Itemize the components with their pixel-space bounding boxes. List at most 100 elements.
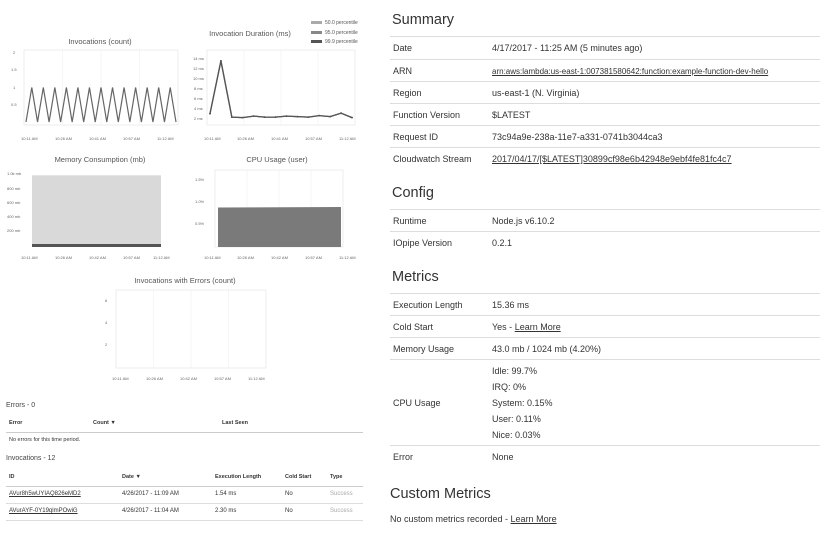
divider	[390, 293, 820, 294]
invocation-cold: No	[285, 491, 293, 497]
learn-more-link[interactable]: Learn More	[511, 514, 557, 524]
y-tick: 1.5	[11, 67, 17, 72]
y-tick: 800 mb	[7, 186, 21, 191]
chart-title: Invocations (count)	[68, 37, 132, 46]
duration-point	[351, 116, 353, 119]
metrics-execution-length: 15.36 ms	[492, 300, 530, 310]
summary-date: 4/17/2017 - 11:25 AM (5 minutes ago)	[492, 43, 643, 53]
invocation-id-link[interactable]: AVur8h5wUYIAQ826eMD2	[9, 491, 81, 497]
x-tick: 10:11 AM	[21, 136, 38, 141]
duration-point	[340, 112, 342, 115]
y-tick: 400 mb	[7, 214, 21, 219]
duration-point	[263, 116, 266, 119]
x-tick: 10:41 AM	[89, 136, 106, 141]
cold-start-value: Yes -	[492, 322, 515, 332]
metrics-key: Memory Usage	[393, 344, 455, 354]
config-key: IOpipe Version	[393, 238, 453, 248]
y-tick: 6 ms	[194, 96, 203, 101]
y-tick: 1.0k mb	[7, 171, 22, 176]
config-runtime: Node.js v6.10.2	[492, 216, 555, 226]
x-tick: 10:26 AM	[237, 136, 254, 141]
x-tick: 10:57 AM	[214, 376, 231, 381]
invocation-cold: No	[285, 508, 293, 514]
invocation-type: Success	[330, 491, 353, 497]
duration-point	[307, 116, 310, 119]
metrics-key: CPU Usage	[393, 398, 441, 408]
divider	[390, 231, 820, 232]
y-tick: 6	[105, 298, 108, 303]
x-tick: 10:26 AM	[237, 255, 254, 260]
errors-col-last-seen[interactable]: Last Seen	[222, 420, 248, 426]
legend-label: 50.0 percentile	[325, 20, 358, 26]
summary-region: us-east-1 (N. Virginia)	[492, 88, 580, 98]
legend-label: 95.0 percentile	[325, 30, 358, 36]
chart-title: Invocation Duration (ms)	[209, 29, 291, 38]
metrics-heading: Metrics	[392, 269, 439, 285]
duration-point	[220, 60, 222, 62]
learn-more-link[interactable]: Learn More	[515, 322, 561, 332]
divider	[390, 315, 820, 316]
errors-plot	[115, 289, 267, 369]
invocation-id-link[interactable]: AVurAYF-0Y19qlmPOwiG	[9, 508, 78, 514]
y-tick: 12 ms	[193, 66, 204, 71]
duration-point	[296, 115, 299, 118]
x-tick: 10:57 AM	[305, 136, 322, 141]
arn-link[interactable]: arn:aws:lambda:us-east-1:007381580642:fu…	[492, 67, 768, 76]
x-tick: 10:42 AM	[180, 376, 197, 381]
y-tick: 0.5	[11, 102, 17, 107]
x-tick: 11:12 AM	[153, 255, 170, 260]
divider	[390, 209, 820, 210]
cloudwatch-stream-link[interactable]: 2017/04/17/[$LATEST]30899cf98e6b42948e9e…	[492, 154, 732, 164]
invocation-length: 2.30 ms	[215, 508, 237, 514]
divider	[390, 359, 820, 360]
custom-metrics-text: No custom metrics recorded -	[390, 514, 511, 524]
metrics-key: Error	[393, 452, 413, 462]
duration-plot	[206, 49, 356, 126]
errors-col-error[interactable]: Error	[9, 420, 22, 426]
divider	[390, 337, 820, 338]
cpu-system: System: 0.15%	[492, 398, 553, 408]
cpu-nice: Nice: 0.03%	[492, 430, 541, 440]
summary-key: ARN	[393, 66, 413, 76]
legend-swatch	[311, 31, 322, 35]
x-tick: 10:57 AM	[305, 255, 322, 260]
inv-col-date[interactable]: Date ▼	[122, 474, 141, 480]
metrics-key: Execution Length	[393, 300, 463, 310]
memory-allocated-area	[32, 175, 161, 247]
summary-function-version: $LATEST	[492, 110, 531, 120]
custom-metrics-message: No custom metrics recorded - Learn More	[390, 514, 557, 524]
y-tick: 2	[105, 342, 108, 347]
config-key: Runtime	[393, 216, 427, 226]
duration-point	[230, 116, 233, 119]
x-tick: 10:11 AM	[112, 376, 129, 381]
y-tick: 1.5%	[195, 177, 205, 182]
inv-col-id[interactable]: ID	[9, 474, 15, 480]
y-tick: 2 ms	[194, 116, 203, 121]
inv-col-exec-length[interactable]: Execution Length	[215, 474, 261, 480]
duration-point	[318, 114, 321, 117]
y-tick: 4 ms	[194, 106, 203, 111]
custom-metrics-heading: Custom Metrics	[390, 486, 491, 502]
x-tick: 10:57 AM	[123, 136, 140, 141]
invocation-date: 4/26/2017 - 11:04 AM	[122, 508, 179, 514]
inv-col-type[interactable]: Type	[330, 474, 342, 480]
legend-95: 95.0 percentile	[311, 30, 358, 36]
x-tick: 10:26 AM	[55, 255, 72, 260]
errors-col-count[interactable]: Count ▼	[93, 420, 116, 426]
cpu-idle: Idle: 99.7%	[492, 366, 538, 376]
summary-key: Region	[393, 88, 422, 98]
inv-col-cold-start[interactable]: Cold Start	[285, 474, 311, 480]
duration-point	[209, 112, 211, 115]
metrics-error: None	[492, 452, 514, 462]
invocation-type: Success	[330, 508, 353, 514]
divider	[390, 59, 820, 60]
y-tick: 2	[13, 50, 16, 55]
invocation-date: 4/26/2017 - 11:09 AM	[122, 491, 179, 497]
y-tick: 1.0%	[195, 199, 205, 204]
chart-title: CPU Usage (user)	[246, 155, 308, 164]
memory-plot	[32, 175, 161, 247]
cpu-user: User: 0.11%	[492, 414, 541, 424]
errors-empty-message: No errors for this time period.	[9, 437, 81, 443]
y-tick: 1	[13, 85, 16, 90]
y-tick: 200 mb	[7, 228, 21, 233]
